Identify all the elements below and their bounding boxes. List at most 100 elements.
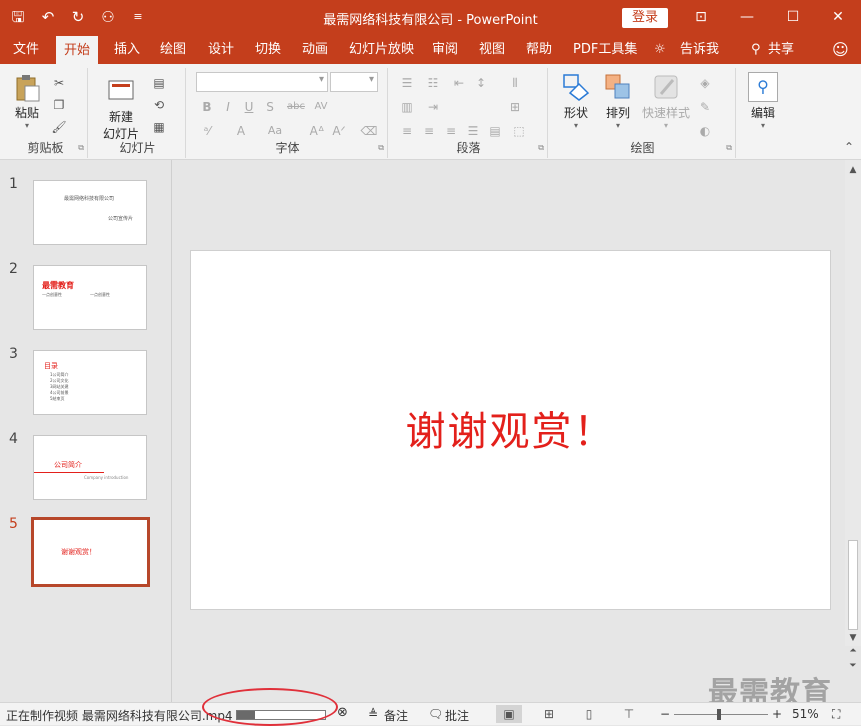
clear-formatting-icon[interactable]: ᵃ⁄	[198, 122, 216, 140]
share-icon[interactable]: ⚲	[747, 35, 765, 64]
tab-share[interactable]: 共享	[764, 35, 798, 64]
presentation-icon[interactable]: ⚇	[98, 7, 118, 27]
customize-icon[interactable]: ≡	[128, 7, 148, 27]
tab-file[interactable]: 文件	[9, 35, 43, 64]
tab-help[interactable]: 帮助	[522, 35, 556, 64]
new-slide-button[interactable]: 新建 幻灯片	[96, 76, 146, 142]
scroll-up-icon[interactable]: ▲	[845, 162, 861, 178]
ribbon-display-options-icon[interactable]: ⊡	[678, 0, 724, 35]
format-painter-icon[interactable]: 🖌	[50, 118, 68, 136]
align-center-icon[interactable]: ≡	[420, 122, 438, 140]
layout-icon[interactable]: ▤	[150, 74, 168, 92]
tab-insert[interactable]: 插入	[110, 35, 144, 64]
redo-icon[interactable]: ↻	[68, 7, 88, 27]
decrease-indent-icon[interactable]: ⇤	[450, 74, 468, 92]
bold-button[interactable]: B	[198, 98, 216, 116]
slide-sorter-icon[interactable]: ⊞	[536, 705, 562, 723]
italic-button[interactable]: I	[219, 98, 237, 116]
slide-thumbnail-2[interactable]: 最需教育 一点创意性 一点创意性	[33, 265, 147, 330]
drawing-launcher-icon[interactable]: ⧉	[726, 143, 732, 153]
bullets-icon[interactable]: ☰	[398, 74, 416, 92]
slide-thumbnail-3[interactable]: 目录 1公司简介 2公司文化 3网站关建 4公司前景 5结束页	[33, 350, 147, 415]
increase-font-icon[interactable]: Aᐞ	[308, 122, 326, 140]
reset-icon[interactable]: ⟲	[150, 96, 168, 114]
undo-icon[interactable]: ↶	[38, 7, 58, 27]
slide-text[interactable]: 谢谢观赏！	[191, 399, 830, 457]
reading-view-icon[interactable]: ▯	[576, 705, 602, 723]
notes-icon[interactable]: ≜	[368, 707, 378, 721]
minimize-icon[interactable]: —	[724, 0, 770, 35]
zoom-slider-handle[interactable]	[717, 709, 721, 720]
save-icon[interactable]: 🖫	[8, 7, 28, 27]
smartart-icon[interactable]: ⬚	[510, 122, 528, 140]
zoom-in-icon[interactable]: +	[772, 707, 782, 721]
zoom-out-icon[interactable]: −	[660, 707, 670, 721]
vertical-scrollbar[interactable]: ▲ ▼	[845, 160, 861, 646]
shape-fill-icon[interactable]: ◈	[696, 74, 714, 92]
align-right-icon[interactable]: ≡	[442, 122, 460, 140]
arrange-button[interactable]: 排列 ▾	[598, 72, 638, 130]
maximize-icon[interactable]: ☐	[770, 0, 816, 35]
slide-thumbnail-4[interactable]: 公司简介 Company introduction	[33, 435, 147, 500]
line-spacing-icon[interactable]: ↕	[472, 74, 490, 92]
columns-icon[interactable]: ▥	[398, 98, 416, 116]
section-icon[interactable]: ▦	[150, 118, 168, 136]
login-button[interactable]: 登录	[622, 8, 668, 28]
tab-design[interactable]: 设计	[204, 35, 238, 64]
justify-icon[interactable]: ☰	[464, 122, 482, 140]
increase-indent-icon[interactable]: ⇥	[424, 98, 442, 116]
tab-view[interactable]: 视图	[475, 35, 509, 64]
comments-button[interactable]: 批注	[445, 707, 469, 724]
underline-button[interactable]: U	[240, 98, 258, 116]
font-size-combo[interactable]	[330, 72, 378, 92]
shapes-button[interactable]: 形状 ▾	[556, 72, 596, 130]
numbering-icon[interactable]: ☷	[424, 74, 442, 92]
zoom-slider[interactable]	[674, 714, 768, 715]
comments-icon[interactable]: 🗨	[428, 707, 443, 721]
distributed-icon[interactable]: ▤	[486, 122, 504, 140]
slide-thumbnail-5[interactable]: 谢谢观赏！	[31, 517, 150, 587]
notes-button[interactable]: 备注	[384, 707, 408, 724]
character-spacing-button[interactable]: AV	[310, 98, 332, 116]
align-left-icon[interactable]: ≡	[398, 122, 416, 140]
tab-tell-me[interactable]: 告诉我	[676, 35, 723, 64]
paste-button[interactable]: 粘贴 ▾	[8, 72, 46, 130]
current-slide[interactable]: 谢谢观赏！	[190, 250, 831, 610]
previous-slide-icon[interactable]: ⏶	[845, 646, 861, 661]
normal-view-icon[interactable]: ▣	[496, 705, 522, 723]
scrollbar-thumb[interactable]	[848, 540, 858, 630]
cancel-export-icon[interactable]: ⊗	[337, 705, 348, 720]
text-direction-icon[interactable]: ⫴	[506, 74, 524, 92]
smiley-feedback-icon[interactable]: ☺	[828, 35, 853, 64]
font-launcher-icon[interactable]: ⧉	[378, 143, 384, 153]
clipboard-launcher-icon[interactable]: ⧉	[78, 143, 84, 153]
tab-pdf-tools[interactable]: PDF工具集	[569, 35, 641, 64]
editing-button[interactable]: ⚲ 编辑 ▾	[744, 72, 782, 130]
tab-home[interactable]: 开始	[56, 36, 99, 64]
font-color-icon[interactable]: A	[232, 122, 250, 140]
tell-me-icon[interactable]: ☼	[650, 35, 670, 64]
decrease-font-icon[interactable]: Aᐟ	[330, 122, 348, 140]
copy-icon[interactable]: ❐	[50, 96, 68, 114]
tab-review[interactable]: 审阅	[428, 35, 462, 64]
shadow-button[interactable]: S	[261, 98, 279, 116]
tab-transitions[interactable]: 切换	[251, 35, 285, 64]
change-case-button[interactable]: Aa	[264, 122, 286, 140]
tab-slideshow[interactable]: 幻灯片放映	[345, 35, 418, 64]
next-slide-icon[interactable]: ⏷	[845, 661, 861, 676]
clear-all-icon[interactable]: ⌫	[360, 122, 378, 140]
quick-styles-button[interactable]: 快速样式 ▾	[640, 72, 692, 130]
fit-to-window-icon[interactable]: ⛶	[832, 707, 840, 722]
font-name-combo[interactable]	[196, 72, 328, 92]
zoom-level[interactable]: 51%	[792, 707, 819, 721]
collapse-ribbon-icon[interactable]: ⌃	[840, 138, 858, 156]
scroll-down-icon[interactable]: ▼	[845, 630, 861, 646]
slide-thumbnail-1[interactable]: 最需网络科技有限公司 公司宣传片	[33, 180, 147, 245]
close-icon[interactable]: ✕	[815, 0, 861, 35]
slideshow-icon[interactable]: ⊤	[616, 705, 642, 723]
tab-animations[interactable]: 动画	[298, 35, 332, 64]
tab-draw[interactable]: 绘图	[156, 35, 190, 64]
strikethrough-button[interactable]: abc	[284, 98, 308, 116]
paragraph-launcher-icon[interactable]: ⧉	[538, 143, 544, 153]
cut-icon[interactable]: ✂	[50, 74, 68, 92]
